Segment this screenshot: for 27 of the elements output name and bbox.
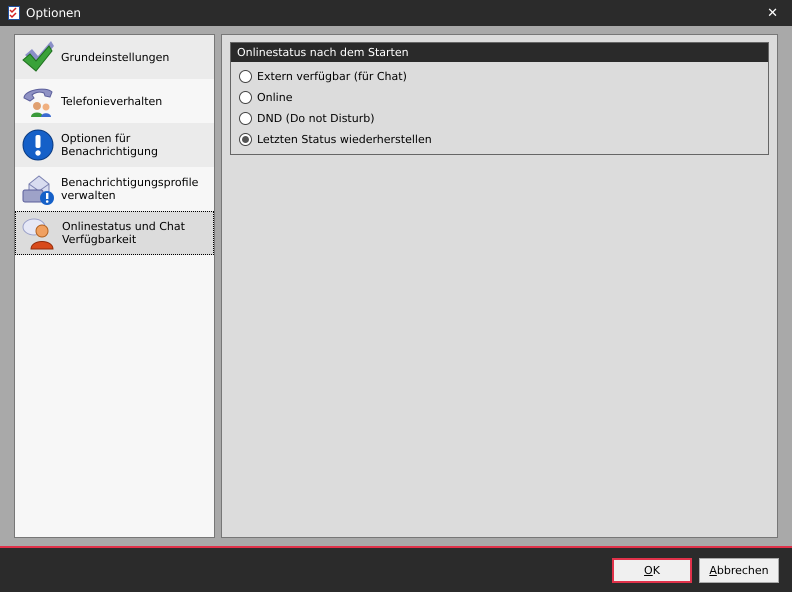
checklist-icon [8,6,20,20]
chat-person-icon [22,216,56,250]
category-item[interactable]: Grundeinstellungen [15,35,214,79]
category-label: Telefonieverhalten [61,94,164,108]
category-item[interactable]: Onlinestatus und Chat Verfügbarkeit [15,211,214,255]
checkmark-icon [21,40,55,74]
category-label: Benachrichtigungsprofile verwalten [61,176,200,202]
cancel-button[interactable]: Abbrechen [699,558,779,582]
ok-button[interactable]: OK [612,558,692,582]
category-label: Optionen für Benachrichtigung [61,132,159,158]
category-item[interactable]: Benachrichtigungsprofile verwalten [15,167,214,211]
group-title: Onlinestatus nach dem Starten [231,43,768,62]
category-label: Grundeinstellungen [61,50,170,64]
window-title: Optionen [26,6,82,20]
category-item[interactable]: Telefonieverhalten [15,79,214,123]
radio-label[interactable]: Extern verfügbar (für Chat) [257,70,407,83]
category-item[interactable]: Optionen für Benachrichtigung [15,123,214,167]
radio-label[interactable]: Online [257,91,292,104]
radio-button[interactable] [239,91,252,104]
radio-label[interactable]: Letzten Status wiederherstellen [257,133,432,146]
exclamation-icon [21,128,55,162]
category-label: Onlinestatus und Chat Verfügbarkeit [62,220,186,246]
close-icon[interactable]: ✕ [761,6,784,20]
radio-button[interactable] [239,70,252,83]
radio-button[interactable] [239,133,252,146]
radio-button[interactable] [239,112,252,125]
radio-label[interactable]: DND (Do not Disturb) [257,112,375,125]
